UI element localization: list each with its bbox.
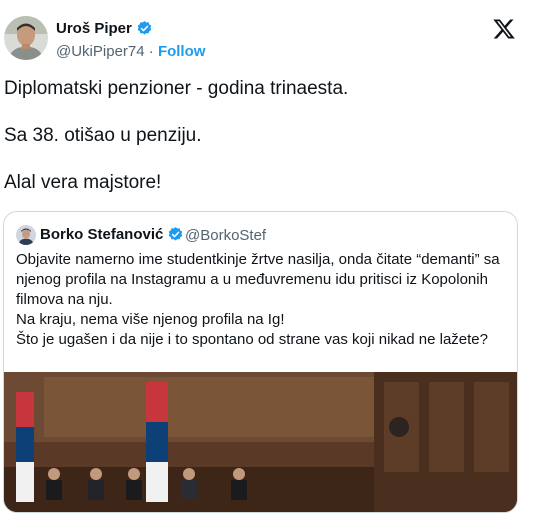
author-handle-row: @UkiPiper74 · Follow bbox=[56, 43, 205, 60]
tweet-line: Diplomatski penzioner - godina trinaesta… bbox=[4, 78, 349, 99]
quote-line: njenog profila na Instagramu a u međuvre… bbox=[16, 271, 488, 288]
follow-button[interactable]: Follow bbox=[158, 43, 206, 60]
author-name[interactable]: Uroš Piper bbox=[56, 20, 153, 37]
quoted-tweet-card[interactable]: Borko Stefanović @BorkoStef Objavite nam… bbox=[3, 211, 518, 513]
avatar-photo bbox=[4, 16, 48, 60]
quote-avatar-photo bbox=[16, 225, 36, 245]
quote-author-name-text[interactable]: Borko Stefanović bbox=[40, 226, 163, 243]
quote-media-image[interactable] bbox=[4, 372, 517, 512]
verified-badge-icon bbox=[169, 227, 183, 241]
quote-author-avatar[interactable] bbox=[16, 225, 36, 245]
author-avatar[interactable] bbox=[4, 16, 48, 60]
quote-line: Objavite namerno ime studentkinje žrtve … bbox=[16, 251, 500, 268]
author-handle[interactable]: @UkiPiper74 bbox=[56, 43, 145, 60]
quote-line: filmova na nju. bbox=[16, 291, 113, 308]
quote-line: Što je ugašen i da nije i to spontano od… bbox=[16, 331, 488, 348]
verified-badge-icon bbox=[137, 21, 152, 35]
quote-text: Objavite namerno ime studentkinje žrtve … bbox=[16, 250, 511, 350]
separator-dot: · bbox=[148, 43, 154, 60]
tweet-line: Sa 38. otišao u penziju. bbox=[4, 125, 202, 146]
quote-line: Na kraju, nema više njenog profila na Ig… bbox=[16, 311, 285, 328]
quote-author-name[interactable]: Borko Stefanović bbox=[40, 226, 184, 243]
author-name-text[interactable]: Uroš Piper bbox=[56, 20, 132, 37]
tweet-line: Alal vera majstore! bbox=[4, 172, 162, 193]
quote-author-handle[interactable]: @BorkoStef bbox=[185, 227, 266, 244]
tweet-text: Diplomatski penzioner - godina trinaesta… bbox=[4, 76, 348, 195]
x-logo-icon[interactable] bbox=[492, 17, 516, 41]
